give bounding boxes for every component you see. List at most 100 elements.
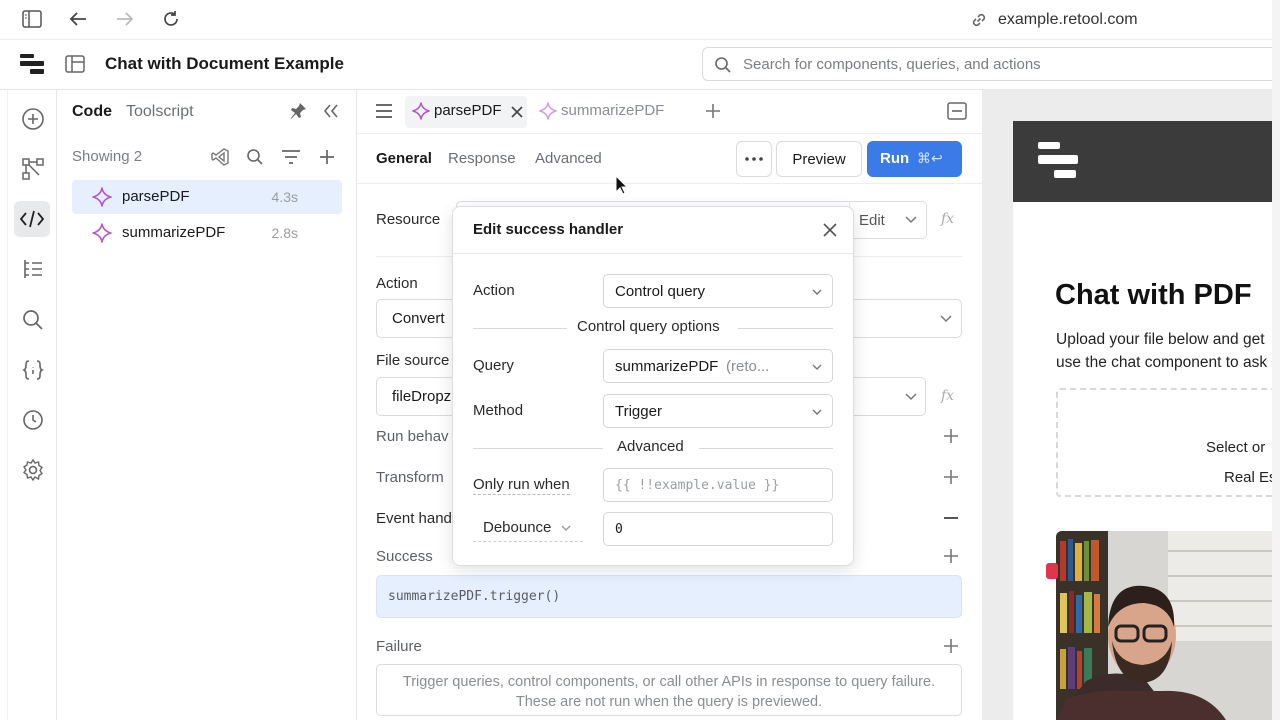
modal-action-select[interactable]: Control query <box>603 274 833 308</box>
tab-code[interactable]: Code <box>72 103 112 121</box>
workflow-icon[interactable] <box>21 157 45 181</box>
add-query-icon[interactable] <box>318 148 336 166</box>
mouse-cursor-icon <box>615 175 629 195</box>
forward-icon[interactable] <box>115 10 135 28</box>
window-scrollbar[interactable] <box>1272 0 1280 720</box>
sparkle-icon <box>92 187 112 207</box>
preview-button[interactable]: Preview <box>776 141 862 177</box>
app-logo <box>1038 142 1078 180</box>
modal-action-label: Action <box>473 282 515 299</box>
modal-action-value: Control query <box>615 283 706 300</box>
modal-title: Edit success handler <box>473 221 624 238</box>
pin-icon[interactable] <box>289 102 307 120</box>
chevron-down-icon <box>561 525 571 532</box>
browser-toolbar: example.retool.com <box>0 0 1280 40</box>
tab-parsepdf[interactable]: parsePDF <box>405 96 527 128</box>
add-tab-icon[interactable] <box>705 103 721 119</box>
sidebar-toggle-icon[interactable] <box>22 10 42 28</box>
settings-icon[interactable] <box>21 458 45 482</box>
collapse-icon[interactable] <box>323 104 339 118</box>
query-item-summarizepdf[interactable]: summarizePDF 2.8s <box>72 216 342 250</box>
tab-label: summarizePDF <box>561 102 665 119</box>
add-failure-handler-icon[interactable] <box>943 638 959 654</box>
divider-line <box>473 328 567 329</box>
modal-query-resource: (reto... <box>726 358 770 375</box>
edit-resource-link[interactable]: Edit <box>859 212 885 229</box>
modal-query-select[interactable]: summarizePDF (reto... <box>603 349 833 383</box>
debounce-dropdown[interactable]: Debounce <box>473 512 583 542</box>
transform-label[interactable]: Transform <box>376 469 444 486</box>
fx-icon[interactable]: fx <box>941 388 954 404</box>
add-run-behavior-icon[interactable] <box>943 428 959 444</box>
minimize-icon[interactable] <box>947 102 967 120</box>
event-handlers-label[interactable]: Event hand <box>376 510 452 527</box>
collapse-event-handlers-icon[interactable] <box>943 510 959 526</box>
modal-method-label: Method <box>473 402 524 419</box>
layout-icon[interactable] <box>65 55 85 73</box>
query-name: parsePDF <box>122 188 190 205</box>
history-icon[interactable] <box>21 408 45 432</box>
link-icon <box>970 11 988 29</box>
search-icon <box>714 56 732 74</box>
code-icon[interactable] <box>14 201 50 237</box>
add-transform-icon[interactable] <box>943 469 959 485</box>
url-text[interactable]: example.retool.com <box>998 11 1138 29</box>
tab-label: parsePDF <box>434 102 502 119</box>
edit-success-handler-modal: Edit success handler Action Control quer… <box>452 206 854 566</box>
tab-summarizepdf[interactable]: summarizePDF <box>537 96 677 128</box>
fx-icon[interactable]: fx <box>941 211 954 227</box>
control-query-options-divider: Control query options <box>473 318 833 338</box>
modal-method-value: Trigger <box>615 403 662 420</box>
query-time: 4.3s <box>271 189 298 205</box>
code-panel: Code Toolscript Showing 2 parsePDF 4.3s … <box>57 90 357 720</box>
more-button[interactable] <box>736 141 772 177</box>
run-button[interactable]: Run ⌘↩ <box>867 141 962 177</box>
chevron-down-icon <box>905 216 917 224</box>
only-run-when-input[interactable]: {{ !!example.value }} <box>603 468 833 502</box>
preview-description-2: use the chat component to ask <box>1056 354 1268 371</box>
resource-label: Resource <box>376 211 441 228</box>
query-name: summarizePDF <box>122 224 226 241</box>
showing-count: Showing 2 <box>72 148 143 165</box>
back-icon[interactable] <box>68 10 88 28</box>
filter-icon[interactable] <box>281 149 301 165</box>
dropzone-text-1: Select or <box>1206 439 1266 456</box>
sparkle-icon <box>539 102 557 120</box>
vscode-icon[interactable] <box>211 148 229 166</box>
failure-help-text: Trigger queries, control components, or … <box>376 664 962 716</box>
run-behavior-label[interactable]: Run behav <box>376 428 449 445</box>
only-run-when-placeholder: {{ !!example.value }} <box>615 478 780 493</box>
divider-line <box>473 448 603 449</box>
filter-search-icon[interactable] <box>246 148 264 166</box>
chevron-down-icon <box>812 409 822 416</box>
recording-indicator <box>1046 563 1058 579</box>
close-icon[interactable] <box>823 223 837 237</box>
divider-line <box>738 328 833 329</box>
retool-logo[interactable] <box>20 53 44 75</box>
menu-icon[interactable] <box>375 103 393 119</box>
sparkle-icon <box>92 223 112 243</box>
webcam-video <box>1056 531 1272 720</box>
chevron-down-icon <box>905 393 917 401</box>
state-icon[interactable] <box>21 358 45 382</box>
query-item-parsepdf[interactable]: parsePDF 4.3s <box>72 180 342 214</box>
action-value: Convert <box>392 310 445 327</box>
subtab-general[interactable]: General <box>376 150 432 167</box>
modal-method-select[interactable]: Trigger <box>603 394 833 428</box>
add-success-handler-icon[interactable] <box>943 548 959 564</box>
search-input[interactable]: Search for components, queries, and acti… <box>702 47 1280 81</box>
success-handler-item[interactable]: summarizePDF.trigger() <box>376 575 962 618</box>
tab-toolscript[interactable]: Toolscript <box>126 103 194 121</box>
close-tab-icon[interactable] <box>511 106 523 118</box>
reload-icon[interactable] <box>162 10 180 28</box>
chevron-down-icon <box>812 289 822 296</box>
subtab-response[interactable]: Response <box>448 150 516 167</box>
file-dropzone[interactable]: Select or Real Es <box>1056 388 1280 497</box>
query-time: 2.8s <box>271 225 298 241</box>
tree-icon[interactable] <box>21 257 45 281</box>
subtab-advanced[interactable]: Advanced <box>535 150 602 167</box>
search-rail-icon[interactable] <box>21 308 45 332</box>
debounce-input[interactable]: 0 <box>603 512 833 546</box>
file-source-value: fileDropz <box>392 388 452 405</box>
add-icon[interactable] <box>21 107 45 131</box>
